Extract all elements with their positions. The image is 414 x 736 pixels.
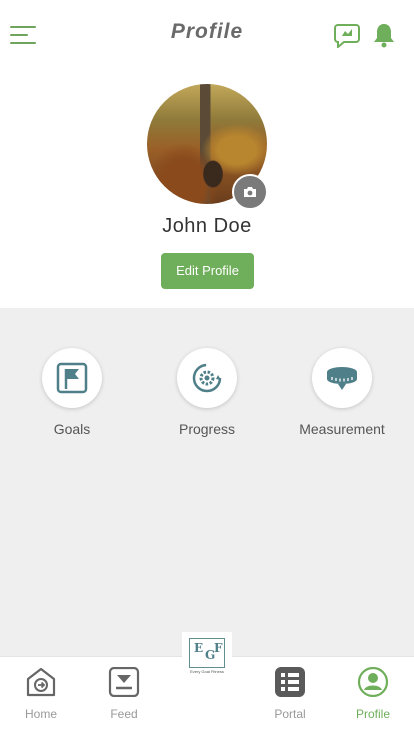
app-header: Profile <box>0 0 414 68</box>
profile-user-icon <box>357 667 389 697</box>
goals-label: Goals <box>53 421 91 437</box>
nav-home[interactable]: Home <box>11 667 71 721</box>
nav-home-label: Home <box>24 707 57 721</box>
progress-gear-icon[interactable] <box>177 348 237 408</box>
home-icon <box>26 667 56 697</box>
measurement-action[interactable]: Measurement <box>282 348 402 437</box>
nav-portal-label: Portal <box>274 707 306 721</box>
logo-tagline: Every Goal Fitness <box>190 669 224 674</box>
portal-icon <box>275 667 305 697</box>
measurement-label: Measurement <box>299 421 385 437</box>
nav-profile-label: Profile <box>355 707 390 721</box>
profile-section: John Doe Edit Profile <box>0 68 414 308</box>
chat-bubble-icon[interactable] <box>334 22 360 50</box>
bell-icon[interactable] <box>373 22 395 48</box>
egf-logo: E G F Every Goal Fitness <box>182 632 232 678</box>
nav-profile[interactable]: Profile <box>343 667 403 721</box>
progress-action[interactable]: Progress <box>147 348 267 437</box>
goal-flag-icon[interactable] <box>42 348 102 408</box>
measuring-tape-icon[interactable] <box>312 348 372 408</box>
progress-label: Progress <box>178 421 236 437</box>
logo-frame: E G F <box>189 638 225 668</box>
nav-portal[interactable]: Portal <box>260 667 320 721</box>
edit-profile-button[interactable]: Edit Profile <box>161 253 254 289</box>
nav-feed-label: Feed <box>110 707 138 721</box>
actions-area: Goals Progress Measurement <box>0 308 414 656</box>
camera-icon[interactable] <box>232 174 268 210</box>
user-name: John Doe <box>162 215 252 237</box>
nav-feed[interactable]: Feed <box>94 667 154 721</box>
goals-action[interactable]: Goals <box>12 348 132 437</box>
feed-icon <box>108 667 140 697</box>
